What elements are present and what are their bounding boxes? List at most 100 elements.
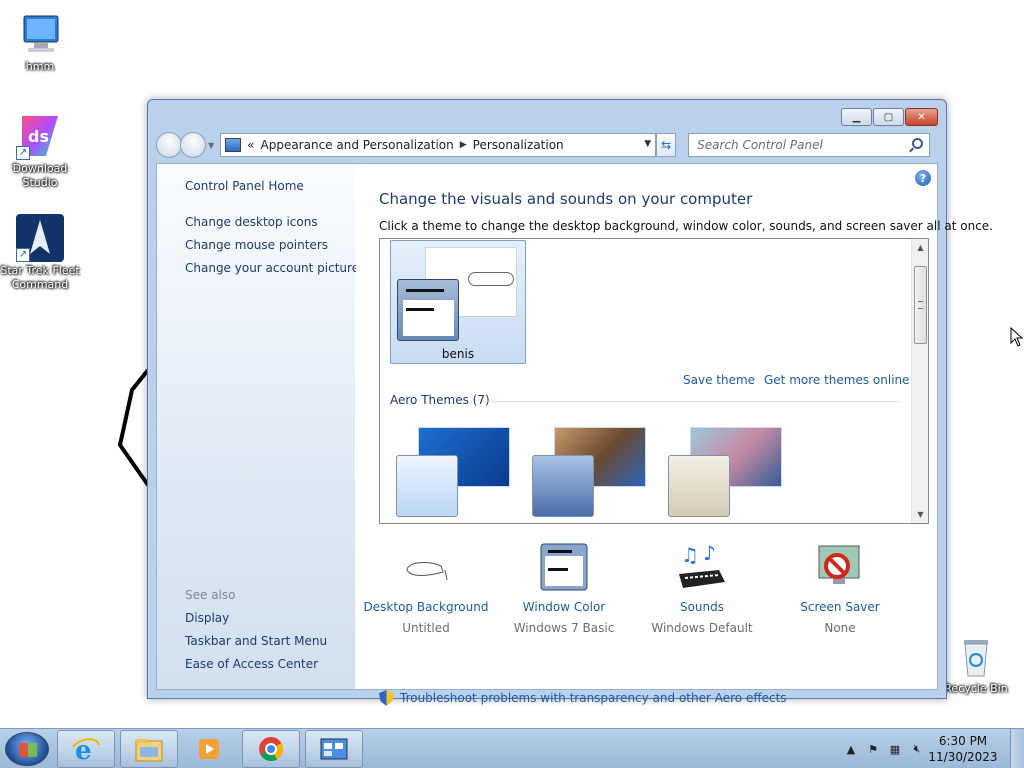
close-button[interactable]: ✕ — [905, 108, 938, 126]
shortcut-arrow-icon: ↗ — [16, 248, 30, 262]
search-icon[interactable] — [912, 138, 924, 149]
forward-button[interactable] — [180, 132, 206, 158]
scroll-down-icon[interactable]: ▼ — [912, 506, 928, 523]
shield-icon — [379, 690, 394, 706]
window-color-value: Windows 7 Basic — [513, 621, 615, 635]
desktop-icon-hmm[interactable]: hmm — [0, 10, 80, 74]
desktop-icon-recycle-bin[interactable]: Recycle Bin — [936, 632, 1016, 696]
screen-saver-item[interactable]: Screen Saver None — [770, 542, 910, 635]
address-bar[interactable]: « Appearance and Personalization ▶ Perso… — [220, 133, 657, 157]
mouse-cursor-icon — [1010, 327, 1024, 347]
desktop-background-item[interactable]: Desktop Background Untitled — [356, 542, 496, 635]
help-icon[interactable]: ? — [915, 170, 931, 186]
svg-text:♫: ♫ — [681, 543, 699, 567]
desktop-background-title[interactable]: Desktop Background — [356, 600, 496, 614]
screen-saver-value: None — [824, 621, 856, 635]
folder-icon — [135, 739, 163, 762]
control-panel-icon — [225, 138, 242, 152]
section-divider — [482, 401, 900, 402]
address-chevron[interactable]: « — [247, 138, 254, 152]
desktop-icon-star-trek[interactable]: ↗ Star Trek Fleet Command — [0, 214, 80, 292]
window-color-swatch — [397, 279, 459, 341]
troubleshoot-link[interactable]: Troubleshoot problems with transparency … — [379, 690, 787, 706]
title-bar[interactable]: ▁ ▢ ✕ — [148, 100, 946, 130]
desktop-background-value: Untitled — [402, 621, 450, 635]
shortcut-arrow-icon: ↗ — [16, 146, 30, 160]
taskbar-file-explorer[interactable] — [120, 730, 178, 768]
taskbar-internet-explorer[interactable]: e — [57, 730, 115, 768]
sidebar-link-ease-of-access[interactable]: Ease of Access Center — [185, 657, 318, 671]
back-button[interactable] — [156, 132, 182, 158]
sidebar-link-desktop-icons[interactable]: Change desktop icons — [185, 215, 318, 229]
sounds-item[interactable]: ♫ ♪ Sounds Windows Default — [632, 541, 772, 635]
screen-saver-title[interactable]: Screen Saver — [770, 600, 910, 614]
desktop-icon-label: Recycle Bin — [944, 682, 1008, 695]
internet-explorer-icon: e — [72, 736, 100, 763]
sidebar-link-taskbar[interactable]: Taskbar and Start Menu — [185, 634, 327, 648]
scroll-thumb[interactable] — [914, 266, 927, 344]
show-desktop-button[interactable] — [1010, 729, 1024, 768]
theme-item-architecture[interactable] — [526, 417, 662, 517]
window-color-swatch — [532, 455, 594, 517]
taskbar-chrome[interactable] — [242, 730, 300, 768]
scroll-up-icon[interactable]: ▲ — [912, 239, 928, 256]
show-hidden-icons-icon[interactable]: ▲ — [844, 742, 858, 756]
breadcrumb-separator-icon[interactable]: ▶ — [460, 140, 467, 150]
breadcrumb-personalization[interactable]: Personalization — [473, 138, 564, 152]
computer-icon — [16, 10, 64, 58]
volume-muted-icon[interactable]: 🔇︎ — [910, 742, 924, 756]
desktop-icon-download-studio[interactable]: ds ↗ Download Studio — [0, 112, 80, 190]
taskbar: e ▲ ⚑ ▦ 🔇︎ 6:30 PM 11/30/2023 — [0, 728, 1024, 768]
drawing-icon — [468, 272, 514, 286]
theme-item-benis[interactable]: benis — [390, 240, 526, 364]
system-tray: ▲ ⚑ ▦ 🔇︎ 6:30 PM 11/30/2023 — [840, 729, 1024, 768]
desktop-icon-label: hmm — [25, 60, 55, 73]
clock[interactable]: 6:30 PM 11/30/2023 — [928, 733, 998, 765]
sounds-value: Windows Default — [651, 621, 753, 635]
address-dropdown-icon[interactable]: ▼ — [644, 139, 651, 149]
page-description: Click a theme to change the desktop back… — [379, 219, 993, 233]
breadcrumb-appearance[interactable]: Appearance and Personalization — [261, 138, 454, 152]
save-theme-link[interactable]: Save theme — [683, 373, 755, 387]
start-button[interactable] — [5, 732, 49, 766]
minimize-button[interactable]: ▁ — [841, 108, 872, 126]
get-more-themes-link[interactable]: Get more themes online — [764, 373, 910, 387]
sidebar-link-account-picture[interactable]: Change your account picture — [185, 261, 359, 275]
sounds-title[interactable]: Sounds — [632, 600, 772, 614]
window-content: Control Panel Home Change desktop icons … — [156, 163, 993, 706]
refresh-button[interactable]: ⇆ — [656, 133, 677, 157]
sidebar-link-control-panel-home[interactable]: Control Panel Home — [185, 179, 304, 193]
theme-item-characters[interactable] — [662, 417, 798, 517]
action-center-flag-icon[interactable]: ⚑ — [866, 742, 880, 756]
network-icon[interactable]: ▦ — [888, 742, 902, 756]
see-also-heading: See also — [185, 588, 236, 602]
navigation-bar: ▼ « Appearance and Personalization ▶ Per… — [156, 131, 938, 159]
svg-text:ds: ds — [28, 127, 49, 146]
theme-list[interactable]: benis Save theme Get more themes online … — [379, 238, 929, 524]
sidebar: Control Panel Home Change desktop icons … — [157, 164, 359, 689]
page-title: Change the visuals and sounds on your co… — [379, 190, 753, 208]
desktop-background-icon — [399, 542, 453, 592]
theme-list-scrollbar[interactable]: ▲ ▼ — [911, 239, 928, 523]
sounds-icon: ♫ ♪ — [675, 541, 729, 592]
clock-date: 11/30/2023 — [928, 750, 998, 764]
sidebar-link-mouse-pointers[interactable]: Change mouse pointers — [185, 238, 328, 252]
window-color-swatch — [668, 455, 730, 517]
window-color-title[interactable]: Window Color — [494, 600, 634, 614]
taskbar-media-player[interactable] — [181, 730, 239, 768]
screen-saver-icon — [813, 542, 867, 592]
control-panel-window: ▁ ▢ ✕ ▼ « Appearance and Personalization… — [147, 99, 993, 706]
theme-item-windows7[interactable] — [390, 417, 526, 517]
desktop-icon-label: Star Trek Fleet Command — [0, 264, 80, 291]
troubleshoot-text[interactable]: Troubleshoot problems with transparency … — [400, 691, 787, 705]
background-shape — [117, 368, 150, 487]
search-input[interactable]: Search Control Panel — [688, 133, 931, 157]
taskbar-control-panel[interactable] — [305, 730, 363, 768]
sidebar-link-display[interactable]: Display — [185, 611, 229, 625]
aero-themes-heading: Aero Themes (7) — [390, 393, 490, 407]
maximize-button[interactable]: ▢ — [873, 108, 904, 126]
recent-pages-dropdown[interactable]: ▼ — [208, 141, 214, 150]
star-trek-icon: ↗ — [16, 214, 64, 262]
chrome-icon — [259, 737, 284, 762]
window-color-item[interactable]: Window Color Windows 7 Basic — [494, 542, 634, 635]
